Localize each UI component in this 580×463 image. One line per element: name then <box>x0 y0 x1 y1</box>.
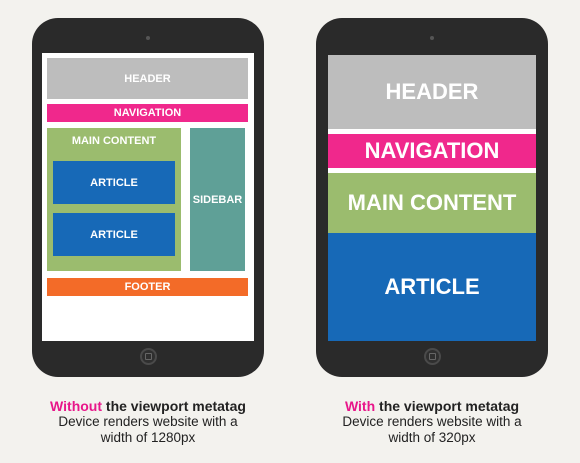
caption-line: width of 1280px <box>100 430 196 445</box>
navigation-block: NAVIGATION <box>47 104 248 122</box>
article-block: ARTICLE <box>328 233 536 341</box>
caption-line: Device renders website with a <box>342 414 522 429</box>
caption-left: Without the viewport metatag Device rend… <box>18 398 278 446</box>
header-block: HEADER <box>328 55 536 129</box>
header-block: HEADER <box>47 58 248 99</box>
caption-heading: With the viewport metatag <box>344 398 520 414</box>
caption-heading: Without the viewport metatag <box>50 398 246 414</box>
tablet-right: HEADER NAVIGATION MAIN CONTENT ARTICLE <box>316 18 548 377</box>
home-button-icon <box>140 348 157 365</box>
screen-right: HEADER NAVIGATION MAIN CONTENT ARTICLE <box>328 55 536 341</box>
caption-line: width of 320px <box>388 430 476 445</box>
navigation-block: NAVIGATION <box>328 134 536 168</box>
tablet-left: HEADER NAVIGATION MAIN CONTENT ARTICLE A… <box>32 18 264 377</box>
article-block: ARTICLE <box>53 213 175 256</box>
article-block: ARTICLE <box>53 161 175 204</box>
home-button-icon <box>424 348 441 365</box>
screen-left: HEADER NAVIGATION MAIN CONTENT ARTICLE A… <box>42 53 254 341</box>
caption-right: With the viewport metatag Device renders… <box>302 398 562 446</box>
caption-line: Device renders website with a <box>58 414 238 429</box>
camera-icon <box>146 36 150 40</box>
footer-block: FOOTER <box>47 278 248 296</box>
sidebar-block: SIDEBAR <box>190 128 245 271</box>
main-content-label: MAIN CONTENT <box>71 135 157 147</box>
camera-icon <box>430 36 434 40</box>
main-content-block: MAIN CONTENT <box>328 173 536 233</box>
